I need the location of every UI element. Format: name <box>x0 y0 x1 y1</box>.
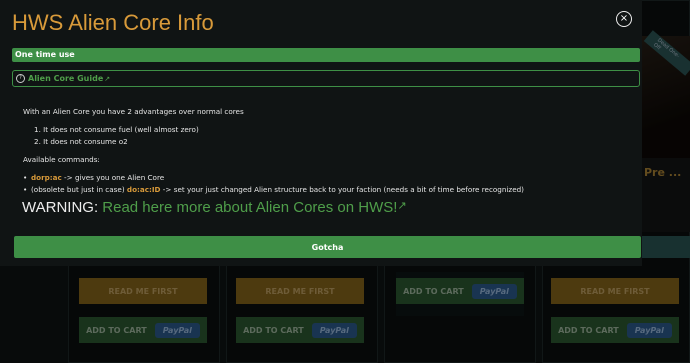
command-code: dorp:ac <box>31 173 62 182</box>
external-link-icon: ↗ <box>104 75 111 83</box>
commands-list: dorp:ac -> gives you one Alien Core (obs… <box>23 173 633 194</box>
alien-cores-info-link[interactable]: Read here more about Alien Cores on HWS! <box>102 199 397 216</box>
modal-body: With an Alien Core you have 2 advantages… <box>23 107 633 194</box>
list-item: dorp:ac -> gives you one Alien Core <box>23 173 633 182</box>
gotcha-button[interactable]: Gotcha <box>14 236 641 258</box>
intro-text: With an Alien Core you have 2 advantages… <box>23 107 244 116</box>
list-item: 1. It does not consume fuel (well almost… <box>34 125 199 134</box>
warning-label: WARNING: <box>22 199 103 216</box>
close-icon[interactable]: × <box>616 11 632 27</box>
advantages-list: 1. It does not consume fuel (well almost… <box>23 125 633 146</box>
modal-title: HWS Alien Core Info <box>12 10 214 35</box>
list-item: 2. It does not consume o2 <box>34 137 128 146</box>
list-item: (obsolete but just in case) do:ac:ID -> … <box>23 185 633 194</box>
one-time-use-badge: One time use <box>12 48 640 62</box>
commands-heading: Available commands: <box>23 155 100 164</box>
warning-line: WARNING: Read here more about Alien Core… <box>22 199 407 216</box>
alien-core-guide-row: ? Alien Core Guide↗ <box>12 70 640 87</box>
command-code: do:ac:ID <box>126 185 161 194</box>
external-link-icon: ↗ <box>397 200 407 212</box>
question-icon: ? <box>16 74 25 83</box>
alien-core-guide-link[interactable]: Alien Core Guide <box>28 74 103 83</box>
alien-core-info-modal: HWS Alien Core Info × One time use ? Alie… <box>0 0 642 266</box>
